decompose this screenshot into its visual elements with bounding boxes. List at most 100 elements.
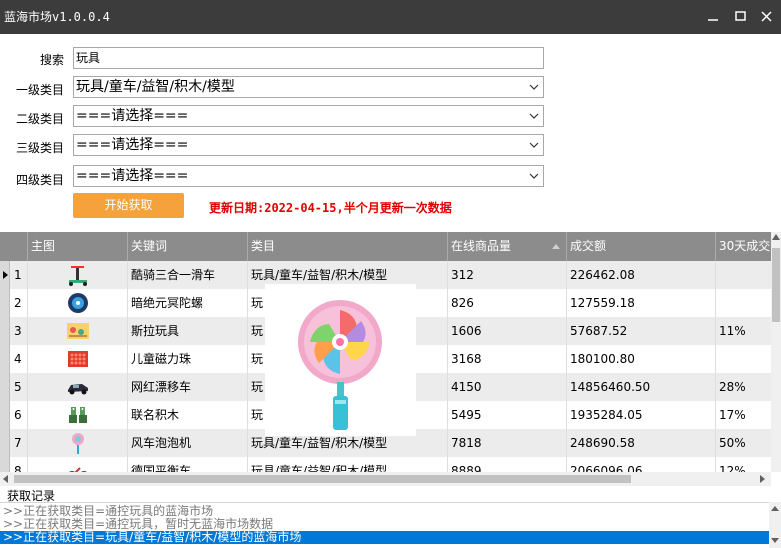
pinwheel-preview-image [298,300,382,430]
scroll-up-icon[interactable] [772,234,780,240]
col-online-qty[interactable]: 在线商品量 [448,232,567,261]
level3-label: 三级类目 [15,141,64,155]
balance-bike-image [69,467,87,472]
level1-select[interactable]: 玩具/童车/益智/积木/模型 [73,76,544,98]
log-line-selected[interactable]: >>正在获取类目=玩具/童车/益智/积木/模型的蓝海市场 [0,531,769,544]
amount-cell: 180100.80 [567,345,716,373]
level1-label: 一级类目 [15,83,64,97]
col-keyword[interactable]: 关键词 [128,232,248,261]
window-title: 蓝海市场v1.0.0.4 [4,10,110,24]
keyword-cell: 儿童磁力珠 [128,345,248,373]
level2-select[interactable]: ===请选择=== [73,105,544,127]
chevron-down-icon [529,113,539,119]
keyword-cell: 风车泡泡机 [128,429,248,457]
drift-car-image [68,384,88,395]
search-label: 搜索 [39,53,64,67]
vertical-scroll-thumb[interactable] [772,248,780,322]
grid-vertical-scrollbar[interactable] [771,232,781,472]
close-icon[interactable] [760,9,776,25]
level4-value: ===请选择=== [76,168,189,184]
scroll-right-icon[interactable] [760,475,765,483]
grid-header: 主图 关键词 类目 在线商品量 成交额 30天成交 [0,232,771,261]
amount-cell: 1935284.05 [567,401,716,429]
title-bar: 蓝海市场v1.0.0.4 [0,0,781,34]
amount-cell: 14856460.50 [567,373,716,401]
online-qty-cell: 7818 [448,429,567,457]
row-indicator[interactable] [0,373,10,401]
grid-horizontal-scrollbar[interactable] [0,472,771,486]
keyword-cell: 酷骑三合一滑车 [128,261,248,289]
building-blocks-image [69,407,87,423]
product-image-cell [28,261,128,289]
row-number: 7 [10,429,28,457]
level3-select[interactable]: ===请选择=== [73,134,544,156]
online-qty-cell: 5495 [448,401,567,429]
row-indicator[interactable] [0,261,10,289]
start-fetch-button[interactable]: 开始获取 [73,193,184,218]
scroll-left-icon[interactable] [3,475,8,483]
row-indicator[interactable] [0,429,10,457]
scooter-image [69,266,87,286]
amount-cell: 2066096.06 [567,457,716,472]
minimize-icon[interactable] [706,9,722,25]
row-indicator[interactable] [0,401,10,429]
image-preview-popup [265,284,416,436]
keyword-cell: 德国平衡车 [128,457,248,472]
current-row-icon [3,271,8,279]
online-qty-cell: 4150 [448,373,567,401]
row-number: 3 [10,317,28,345]
product-image-cell [28,317,128,345]
day30-cell: 28% [716,373,771,401]
row-indicator[interactable] [0,345,10,373]
col-amount[interactable]: 成交额 [567,232,716,261]
magnetic-beads-image [68,351,88,367]
day30-cell: 11% [716,317,771,345]
spinning-top-image [68,293,88,313]
pinwheel-bubble-image [72,433,84,454]
row-header-corner [0,232,28,261]
level2-value: ===请选择=== [76,108,189,124]
day30-cell: 50% [716,429,771,457]
level2-label: 二级类目 [15,112,64,126]
amount-cell: 226462.08 [567,261,716,289]
keyword-cell: 暗绝元冥陀螺 [128,289,248,317]
online-qty-cell: 312 [448,261,567,289]
product-image-cell [28,345,128,373]
search-input[interactable]: 玩具 [73,47,544,69]
log-scrollbar[interactable] [769,502,781,548]
row-indicator[interactable] [0,289,10,317]
day30-cell [716,289,771,317]
col-image[interactable]: 主图 [28,232,128,261]
table-row[interactable]: 8 德国平衡车 玩具/童车/益智/积木/模型 8889 2066096.06 1… [0,457,771,472]
row-number: 4 [10,345,28,373]
day30-cell: 12% [716,457,771,472]
day30-cell: 17% [716,401,771,429]
row-number: 1 [10,261,28,289]
amount-cell: 248690.58 [567,429,716,457]
row-number: 8 [10,457,28,472]
keyword-cell: 联名积木 [128,401,248,429]
row-indicator[interactable] [0,457,10,472]
level4-label: 四级类目 [15,173,64,187]
col-online-qty-label: 在线商品量 [451,239,512,253]
day30-cell [716,261,771,289]
row-indicator[interactable] [0,317,10,345]
col-30day[interactable]: 30天成交 [716,232,771,261]
product-image-cell [28,429,128,457]
amount-cell: 127559.18 [567,289,716,317]
maximize-icon[interactable] [734,9,750,25]
keyword-cell: 斯拉玩具 [128,317,248,345]
row-number: 6 [10,401,28,429]
amount-cell: 57687.52 [567,317,716,345]
level1-value: 玩具/童车/益智/积木/模型 [76,79,235,95]
product-image-cell [28,373,128,401]
sort-ascending-icon [552,244,560,249]
log-list[interactable]: >>正在获取类目=通控玩具的蓝海市场 >>正在获取类目=通控玩具，暂时无蓝海市场… [0,502,781,548]
level4-select[interactable]: ===请选择=== [73,165,544,187]
online-qty-cell: 3168 [448,345,567,373]
horizontal-scroll-thumb[interactable] [14,475,631,483]
scroll-down-icon[interactable] [771,538,779,543]
online-qty-cell: 8889 [448,457,567,472]
scroll-up-icon[interactable] [771,506,779,511]
col-category[interactable]: 类目 [248,232,448,261]
